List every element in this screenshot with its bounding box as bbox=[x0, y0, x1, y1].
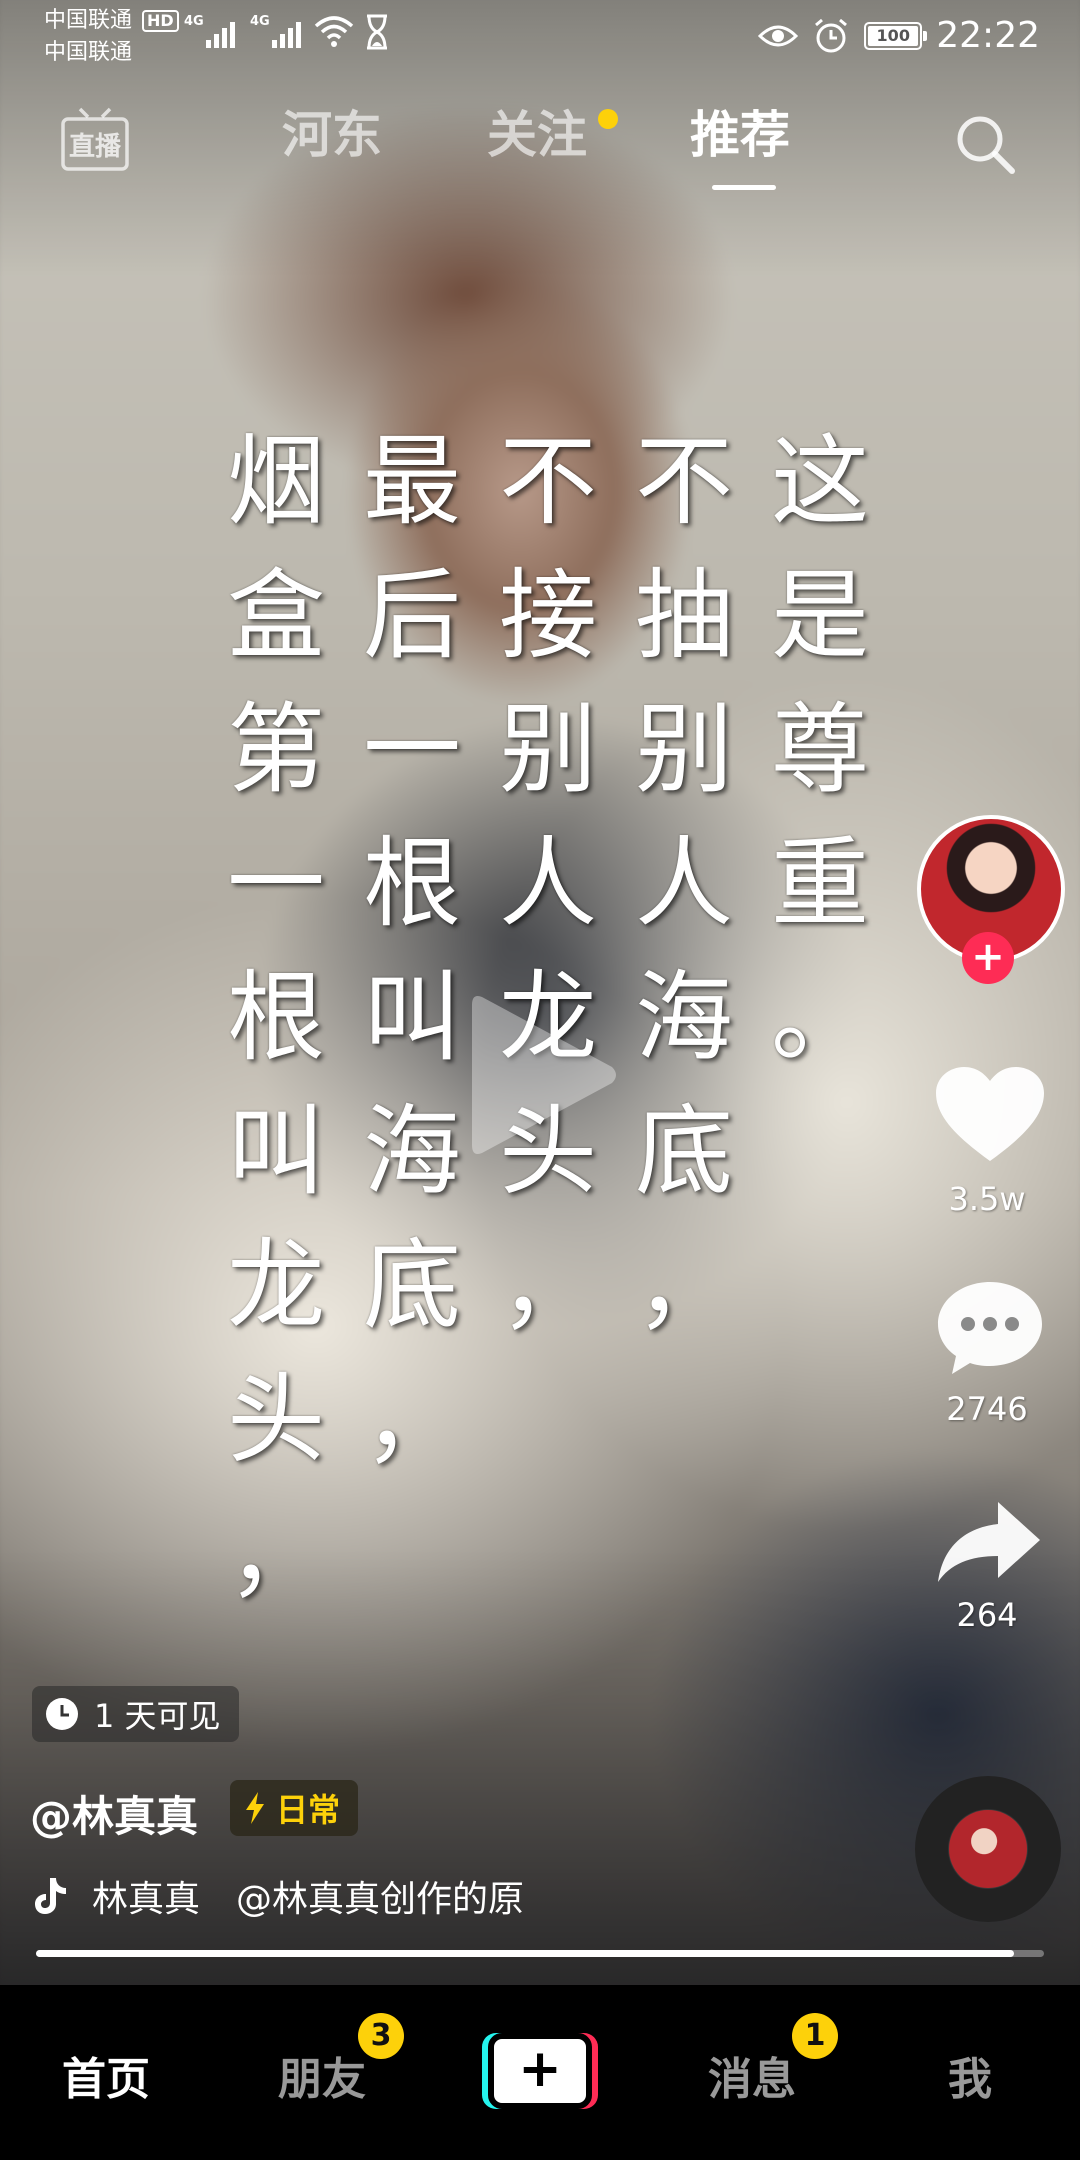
active-tab-indicator bbox=[712, 185, 776, 190]
signal-icon-2: 4G bbox=[250, 14, 310, 50]
visibility-text: 1 天可见 bbox=[94, 1697, 221, 1735]
tab-home[interactable]: 首页 bbox=[62, 2043, 150, 2107]
carrier-2: 中国联通 bbox=[44, 40, 133, 65]
caption-column: 这是尊重。 bbox=[770, 425, 869, 1075]
follow-plus-icon[interactable]: + bbox=[962, 932, 1014, 984]
bottom-tab-bar: 首页 朋友 3 + 消息 1 我 bbox=[0, 1985, 1080, 2160]
share-arrow-icon[interactable] bbox=[934, 1498, 1044, 1584]
tab-hedong[interactable]: 河东 bbox=[282, 105, 382, 165]
caption-column: 最后一根叫海底， bbox=[362, 425, 461, 1477]
daily-tag[interactable]: 日常 bbox=[230, 1780, 359, 1836]
author-name[interactable]: @林真真 bbox=[30, 1783, 198, 1844]
svg-text:直播: 直播 bbox=[69, 132, 122, 162]
create-button[interactable]: + bbox=[482, 2033, 598, 2109]
play-icon[interactable] bbox=[462, 985, 622, 1165]
caption-column: 不抽别人海底， bbox=[634, 425, 733, 1343]
tab-messages[interactable]: 消息 bbox=[708, 2043, 796, 2107]
status-bar: 中国联通 中国联通 HD 4G 4G 100 22:22 bbox=[0, 0, 1080, 70]
tab-me[interactable]: 我 bbox=[948, 2043, 992, 2107]
share-count: 264 bbox=[956, 1596, 1018, 1634]
tiktok-note-icon bbox=[35, 1878, 66, 1914]
like-heart-icon[interactable] bbox=[934, 1065, 1046, 1163]
live-tv-icon[interactable]: 直播 bbox=[60, 105, 130, 177]
battery-icon: 100 bbox=[864, 22, 928, 50]
friends-badge: 3 bbox=[358, 2013, 404, 2059]
eye-comfort-icon bbox=[758, 25, 799, 47]
following-new-dot bbox=[598, 109, 618, 129]
carrier-1: 中国联通 bbox=[44, 8, 133, 33]
music-info[interactable]: 林真真 @林真真创作的原 bbox=[32, 1870, 612, 1922]
top-navigation: 直播 河东 关注 推荐 bbox=[0, 95, 1080, 195]
caption-column: 烟盒第一根叫龙头， bbox=[226, 425, 325, 1611]
hourglass-icon bbox=[367, 14, 387, 50]
comment-count: 2746 bbox=[946, 1390, 1028, 1428]
signal-icon-1: 4G bbox=[184, 14, 244, 50]
hd-icon: HD bbox=[142, 10, 179, 32]
messages-badge: 1 bbox=[792, 2013, 838, 2059]
tab-recommended[interactable]: 推荐 bbox=[690, 105, 790, 165]
wifi-icon bbox=[314, 16, 354, 47]
visibility-chip: 1 天可见 bbox=[32, 1686, 239, 1742]
tab-friends[interactable]: 朋友 bbox=[278, 2043, 366, 2107]
video-progress-fill bbox=[36, 1950, 1014, 1957]
alarm-icon bbox=[815, 18, 848, 53]
daily-tag-label: 日常 bbox=[276, 1791, 341, 1829]
plus-icon: + bbox=[518, 2039, 562, 2099]
comment-icon[interactable] bbox=[934, 1278, 1046, 1378]
search-icon[interactable] bbox=[952, 111, 1018, 177]
like-count: 3.5w bbox=[948, 1180, 1026, 1218]
music-cover bbox=[949, 1810, 1027, 1888]
video-progress-bar[interactable] bbox=[36, 1950, 1044, 1957]
music-disc[interactable] bbox=[915, 1776, 1061, 1922]
tab-following[interactable]: 关注 bbox=[487, 105, 587, 165]
status-time: 22:22 bbox=[936, 15, 1040, 56]
music-text: 林真真 @林真真创作的原 bbox=[92, 1879, 525, 1920]
clock-icon bbox=[46, 1698, 78, 1730]
lightning-icon bbox=[246, 1792, 264, 1824]
